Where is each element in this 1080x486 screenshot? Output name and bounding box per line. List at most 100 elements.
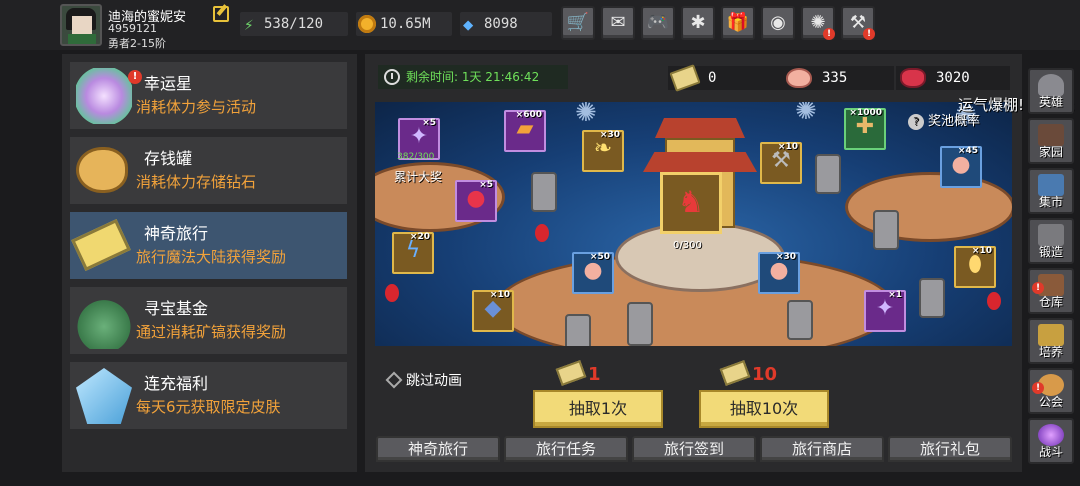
color-wheel-icon: ◉ xyxy=(770,12,786,33)
sidebar-item-home[interactable]: 家园 xyxy=(1028,118,1074,164)
sidebar-item-market[interactable]: 集市 xyxy=(1028,168,1074,214)
stamina-counter[interactable]: 538/120 xyxy=(240,12,348,37)
stone-pillar xyxy=(787,300,813,340)
menu-item-title: 幸运星 xyxy=(144,74,193,93)
menu-item-desc: 每天6元获取限定皮肤 xyxy=(136,398,281,416)
board-item[interactable]: ● ×45 xyxy=(940,146,982,188)
tab-travel-packs[interactable]: 旅行礼包 xyxy=(888,436,1012,462)
firework-decoration: ✺ xyxy=(795,102,817,126)
event-menu-panel: ! 幸运星 消耗体力参与活动 存钱罐 消耗体力存储钻石 神奇旅行 旅行魔法大陆获… xyxy=(62,54,357,472)
lantern-decoration xyxy=(385,284,399,302)
board-item[interactable]: ▰ ×600 xyxy=(504,110,546,152)
menu-item-desc: 消耗体力参与活动 xyxy=(136,98,257,116)
ticket-icon xyxy=(719,360,751,386)
edit-profile-icon[interactable] xyxy=(213,6,229,22)
mail-button[interactable]: ✉ xyxy=(601,6,635,40)
board-item[interactable]: ● ×5 xyxy=(455,180,497,222)
tools-button[interactable]: ⚒ ! xyxy=(841,6,875,40)
tab-travel-checkin[interactable]: 旅行签到 xyxy=(632,436,756,462)
tab-travel-shop[interactable]: 旅行商店 xyxy=(760,436,884,462)
ticket-counter[interactable]: 0 xyxy=(668,64,782,92)
island-platform xyxy=(845,172,1012,242)
checkbox-icon xyxy=(385,371,403,389)
tab-travel-tasks[interactable]: 旅行任务 xyxy=(504,436,628,462)
board-item[interactable]: ❧ ×30 xyxy=(582,130,624,172)
ticket-icon xyxy=(555,360,587,386)
temple-roof xyxy=(655,118,745,138)
menu-item-lucky-star[interactable]: ! 幸运星 消耗体力参与活动 xyxy=(70,62,347,129)
odds-label: 奖池概率 xyxy=(928,114,981,129)
fireworks-button[interactable]: ✺ ! xyxy=(801,6,835,40)
piggy-bank-icon xyxy=(76,147,128,193)
gift-icon: 🎁 xyxy=(726,12,750,33)
menu-item-recharge-bonus[interactable]: 连充福利 每天6元获取限定皮肤 xyxy=(70,362,347,429)
alert-badge: ! xyxy=(823,28,835,40)
shop-cart-icon: 🛒 xyxy=(566,12,590,33)
prize-odds-link[interactable]: ? 奖池概率 xyxy=(908,110,980,130)
board-item[interactable]: ϟ ×20 xyxy=(392,232,434,274)
sidebar-item-hero[interactable]: 英雄 xyxy=(1028,68,1074,114)
stone-pillar xyxy=(565,314,591,346)
top-bar: 迪海的蜜妮安 4959121 勇者2-15阶 538/120 10.65M 80… xyxy=(0,0,1080,50)
crystal-chest-icon xyxy=(76,368,132,424)
menu-item-magic-travel[interactable]: 神奇旅行 旅行魔法大陆获得奖励 xyxy=(70,212,347,279)
gem-counter[interactable]: 8098 xyxy=(460,12,552,37)
grand-prize-label: 累计大奖 xyxy=(394,170,443,184)
stamina-bolt-icon xyxy=(242,13,260,37)
settings-button[interactable]: ✱ xyxy=(681,6,715,40)
single-draw-cost: 1 xyxy=(555,360,601,386)
skip-animation-toggle[interactable]: 跳过动画 xyxy=(385,370,462,390)
gem-value: 8098 xyxy=(484,16,518,32)
menu-item-treasure-fund[interactable]: 寻宝基金 通过消耗矿镐获得奖励 xyxy=(70,287,347,354)
tab-magic-travel[interactable]: 神奇旅行 xyxy=(376,436,500,462)
stone-pillar xyxy=(627,302,653,346)
board-item[interactable]: ● ×50 xyxy=(572,252,614,294)
board-item[interactable]: ● ×30 xyxy=(758,252,800,294)
menu-item-piggy-bank[interactable]: 存钱罐 消耗体力存储钻石 xyxy=(70,137,347,204)
stone-pillar xyxy=(531,172,557,212)
draw-once-button[interactable]: 抽取1次 xyxy=(533,390,663,428)
menu-item-title: 神奇旅行 xyxy=(144,224,209,243)
board-item[interactable]: ⬮ ×10 xyxy=(954,246,996,288)
pouch-icon xyxy=(786,68,812,88)
ten-draw-cost: 10 xyxy=(719,360,777,386)
menu-item-desc: 消耗体力存储钻石 xyxy=(136,173,257,191)
firework-decoration: ✺ xyxy=(575,102,597,128)
gamepad-button[interactable]: 🎮 xyxy=(641,6,675,40)
board-item[interactable]: ✚ ×1000 xyxy=(844,108,886,150)
color-wheel-button[interactable]: ◉ xyxy=(761,6,795,40)
gold-value: 10.65M xyxy=(380,16,431,32)
menu-item-title: 连充福利 xyxy=(144,374,209,393)
menu-item-desc: 旅行魔法大陆获得奖励 xyxy=(136,248,287,266)
gift-button[interactable]: 🎁 xyxy=(721,6,755,40)
shop-button[interactable]: 🛒 xyxy=(561,6,595,40)
pouch-counter[interactable]: 335 xyxy=(782,66,894,90)
sidebar-item-warehouse[interactable]: ! 仓库 xyxy=(1028,268,1074,314)
sidebar-item-forge[interactable]: 锻造 xyxy=(1028,218,1074,264)
stone-pillar xyxy=(873,210,899,250)
clock-icon xyxy=(384,69,400,85)
lucky-bag-value: 3020 xyxy=(936,70,970,86)
sidebar-item-guild[interactable]: ! 公会 xyxy=(1028,368,1074,414)
menu-item-title: 存钱罐 xyxy=(144,149,193,168)
board-item[interactable]: ⚒ ×10 xyxy=(760,142,802,184)
sidebar-item-battle[interactable]: 战斗 xyxy=(1028,418,1074,464)
stone-pillar xyxy=(919,278,945,318)
ticket-icon xyxy=(669,64,701,92)
player-avatar[interactable] xyxy=(60,4,102,46)
lucky-bag-counter[interactable]: 3020 xyxy=(896,66,1010,90)
sidebar-item-train[interactable]: 培养 xyxy=(1028,318,1074,364)
pouch-value: 335 xyxy=(822,70,848,86)
menu-item-desc: 通过消耗矿镐获得奖励 xyxy=(136,323,287,341)
question-icon: ? xyxy=(908,114,924,130)
alert-badge: ! xyxy=(128,70,142,84)
grand-prize-item[interactable]: ♞ xyxy=(660,172,722,234)
board-item[interactable]: ✦ ×1 xyxy=(864,290,906,332)
gold-counter[interactable]: 10.65M xyxy=(356,12,452,36)
mail-icon: ✉ xyxy=(610,12,626,33)
alert-badge: ! xyxy=(863,28,875,40)
draw-ten-button[interactable]: 抽取10次 xyxy=(699,390,829,428)
settings-gear-icon: ✱ xyxy=(690,12,706,33)
lantern-decoration xyxy=(987,292,1001,310)
board-item[interactable]: ◆ ×10 xyxy=(472,290,514,332)
